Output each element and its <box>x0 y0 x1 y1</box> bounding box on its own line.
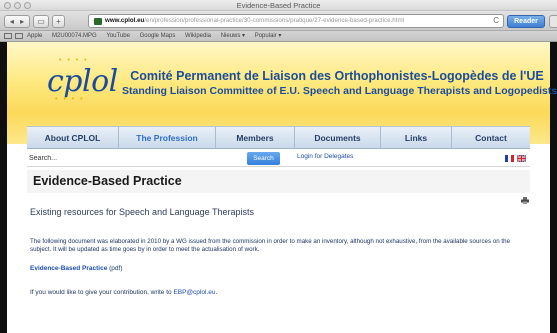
reader-button[interactable]: Reader <box>507 15 545 28</box>
site-favicon-icon <box>94 18 102 25</box>
search-input[interactable] <box>29 152 245 165</box>
nav-documents[interactable]: Documents <box>295 127 381 149</box>
bookmarks-button[interactable]: ▭ <box>33 15 49 28</box>
bookmark-nieuws[interactable]: Nieuws ▾ <box>221 31 245 42</box>
bookmarks-bar: Apple M2U00074.MPG YouTube Google Maps W… <box>0 31 557 42</box>
bookmark-wikipedia[interactable]: Wikipedia <box>185 31 211 42</box>
page-title-bar: Evidence-Based Practice <box>27 170 530 193</box>
pdf-label: (pdf) <box>107 265 123 272</box>
bookmark-video[interactable]: M2U00074.MPG <box>52 31 97 42</box>
site-logo[interactable]: cplol <box>47 64 118 99</box>
page-title: Evidence-Based Practice <box>33 174 182 188</box>
plus-icon: + <box>56 17 61 26</box>
nav-contact[interactable]: Contact <box>452 127 530 149</box>
org-name-en: Standing Liaison Committee of E.U. Speec… <box>122 85 557 97</box>
contribution-line: If you would like to give your contribut… <box>30 289 217 296</box>
browser-toolbar: ◂ ▸ ▭ + www.cplol.eu/en/profession/profe… <box>0 11 557 31</box>
org-name-fr: Comité Permanent de Liaison des Orthopho… <box>130 69 544 83</box>
window-titlebar: Evidence-Based Practice <box>0 0 557 11</box>
address-bar[interactable]: www.cplol.eu/en/profession/professional-… <box>88 14 504 28</box>
nav-the-profession[interactable]: The Profession <box>119 127 216 149</box>
search-bar: Search Login for Delegates <box>27 150 530 167</box>
back-forward-buttons[interactable]: ◂ ▸ <box>4 15 30 28</box>
nav-about-cplol[interactable]: About CPLOL <box>27 127 119 149</box>
nav-members[interactable]: Members <box>216 127 295 149</box>
ebp-pdf-link[interactable]: Evidence-Based Practice <box>30 265 107 272</box>
uk-flag-icon[interactable] <box>517 155 526 162</box>
print-icon[interactable] <box>521 197 529 204</box>
url-text[interactable]: www.cplol.eu/en/profession/professional-… <box>105 15 404 27</box>
article-subtitle: Existing resources for Speech and Langua… <box>30 207 254 217</box>
open-book-icon: ▭ <box>37 17 45 26</box>
nav-links[interactable]: Links <box>381 127 452 149</box>
bookmark-youtube[interactable]: YouTube <box>106 31 130 42</box>
contribution-suffix: . <box>215 289 218 296</box>
article-paragraph: The following document was elaborated in… <box>30 238 511 253</box>
french-flag-icon[interactable] <box>505 155 514 162</box>
forward-arrow-icon[interactable]: ▸ <box>20 17 24 26</box>
reload-icon[interactable]: C <box>493 15 499 27</box>
contribution-text: If you would like to give your contribut… <box>30 289 174 296</box>
top-sites-icon[interactable] <box>15 33 23 39</box>
toolbar-overflow-button[interactable] <box>549 15 557 28</box>
main-content: About CPLOL The Profession Members Docum… <box>27 126 530 333</box>
ebp-email-link[interactable]: EBP@cplol.eu <box>173 289 215 296</box>
bookmark-populair[interactable]: Populair ▾ <box>255 31 282 42</box>
bookmark-google-maps[interactable]: Google Maps <box>140 31 176 42</box>
page-frame-left <box>0 42 7 333</box>
web-page: • • • • • • • • cplol Comité Permanent d… <box>0 42 557 333</box>
logo-star-dots-icon: • • • • <box>59 57 89 64</box>
add-bookmark-button[interactable]: + <box>52 15 65 28</box>
main-nav: About CPLOL The Profession Members Docum… <box>27 126 530 149</box>
reading-list-icon[interactable] <box>4 33 12 39</box>
search-button[interactable]: Search <box>247 152 280 165</box>
back-arrow-icon[interactable]: ◂ <box>10 17 14 26</box>
login-delegates-link[interactable]: Login for Delegates <box>297 153 353 160</box>
window-title: Evidence-Based Practice <box>236 1 321 10</box>
document-link-line: Evidence-Based Practice (pdf) <box>30 265 123 272</box>
bookmark-apple[interactable]: Apple <box>27 31 42 42</box>
